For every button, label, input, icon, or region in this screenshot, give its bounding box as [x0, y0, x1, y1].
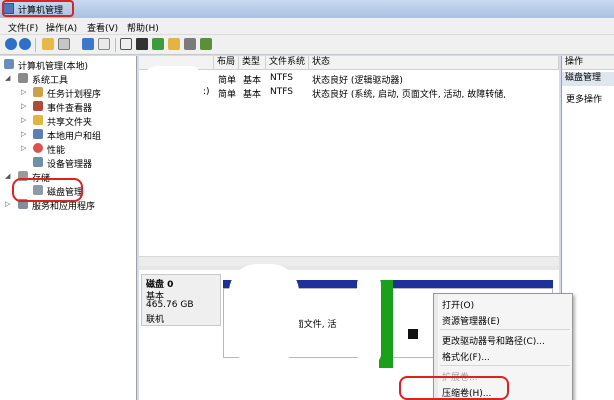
menu-item-open[interactable]: 打开(O)	[442, 298, 474, 311]
redaction-blot	[504, 70, 559, 106]
properties-icon[interactable]	[98, 38, 110, 50]
help-icon[interactable]	[82, 38, 94, 50]
search-icon[interactable]	[184, 38, 196, 50]
more-actions-link[interactable]: 更多操作	[566, 92, 602, 105]
disk-status: 联机	[146, 315, 165, 325]
computer-icon	[4, 59, 14, 69]
device-manager-icon	[33, 157, 43, 167]
expand-triangle-icon[interactable]: ▷	[21, 102, 26, 110]
type-cell: 基本	[243, 90, 262, 100]
tools-icon	[18, 73, 28, 83]
volume-name: :)	[203, 87, 210, 97]
performance-icon	[33, 143, 43, 153]
horizontal-scrollbar[interactable]	[139, 256, 559, 266]
collapse-triangle-icon[interactable]: ◢	[5, 172, 10, 180]
layout-cell: 简单	[218, 76, 237, 86]
console-tree-icon[interactable]	[58, 38, 70, 50]
column-header-layout[interactable]: 布局	[214, 56, 239, 70]
navigation-tree: 计算机管理(本地) ◢ 系统工具 ▷ 任务计划程序 ▷ 事件查看器 ▷ 共享文件…	[0, 56, 137, 400]
menu-item-change-drive-letter[interactable]: 更改驱动器号和路径(C)...	[442, 334, 545, 347]
menu-help[interactable]: 帮助(H)	[127, 21, 159, 34]
expand-triangle-icon[interactable]: ▷	[21, 116, 26, 124]
column-header-status[interactable]: 状态	[309, 56, 559, 70]
filesystem-cell: NTFS	[270, 73, 293, 83]
actions-section-disk-management[interactable]: 磁盘管理	[562, 72, 614, 86]
column-header-filesystem[interactable]: 文件系统	[266, 56, 309, 70]
logical-partition-bar	[379, 280, 393, 368]
expand-triangle-icon[interactable]: ▷	[21, 144, 26, 152]
redaction-blot	[357, 274, 381, 364]
event-viewer-icon	[33, 101, 43, 111]
annotation-circle-disk-management	[12, 178, 83, 202]
column-header-type[interactable]: 类型	[239, 56, 266, 70]
annotation-circle-title	[2, 0, 74, 17]
toolbar	[0, 35, 614, 55]
collapse-triangle-icon[interactable]: ◢	[5, 74, 10, 82]
open-folder-icon[interactable]	[168, 38, 180, 50]
export-icon[interactable]	[200, 38, 212, 50]
annotation-circle-shrink-volume	[399, 376, 509, 400]
disk-info-panel[interactable]: 磁盘 0 基本 465.76 GB 联机	[141, 274, 221, 326]
status-cell: 状态良好 (系统, 启动, 页面文件, 活动, 故障转储, 主	[312, 90, 518, 100]
filesystem-cell: NTFS	[270, 87, 293, 97]
menu-separator	[440, 365, 570, 366]
check-icon[interactable]	[152, 38, 164, 50]
folder-up-icon[interactable]	[42, 38, 54, 50]
back-icon[interactable]	[5, 38, 17, 50]
title-bar: 计算机管理	[0, 0, 614, 18]
forward-icon[interactable]	[19, 38, 31, 50]
shared-folder-icon	[33, 115, 43, 125]
expand-triangle-icon[interactable]: ▷	[21, 88, 26, 96]
menu-separator	[440, 329, 570, 330]
delete-icon[interactable]	[136, 38, 148, 50]
toolbar-separator	[115, 38, 116, 52]
users-icon	[33, 129, 43, 139]
menu-action[interactable]: 操作(A)	[46, 21, 77, 34]
expand-triangle-icon[interactable]: ▷	[21, 130, 26, 138]
menu-file[interactable]: 文件(F)	[8, 21, 38, 34]
menu-view[interactable]: 查看(V)	[87, 21, 118, 34]
menu-item-format[interactable]: 格式化(F)...	[442, 350, 490, 363]
menu-item-explorer[interactable]: 资源管理器(E)	[442, 314, 500, 327]
actions-header: 操作	[562, 56, 614, 70]
partition-color-swatch	[408, 329, 418, 339]
toolbar-separator	[35, 38, 36, 52]
clock-icon	[33, 87, 43, 97]
menu-bar: 文件(F) 操作(A) 查看(V) 帮助(H)	[0, 18, 614, 35]
redaction-blot	[143, 66, 203, 104]
expand-triangle-icon[interactable]: ▷	[5, 200, 10, 208]
layout-cell: 简单	[218, 90, 237, 100]
disk-size: 465.76 GB	[146, 300, 194, 310]
volume-list: 布局 类型 文件系统 状态 简单 基本 NTFS 状态良好 (逻辑驱动器) :)…	[139, 56, 559, 266]
refresh-icon[interactable]	[120, 38, 132, 50]
redaction-blot	[229, 264, 299, 364]
status-cell: 状态良好 (逻辑驱动器)	[312, 76, 403, 86]
type-cell: 基本	[243, 76, 262, 86]
